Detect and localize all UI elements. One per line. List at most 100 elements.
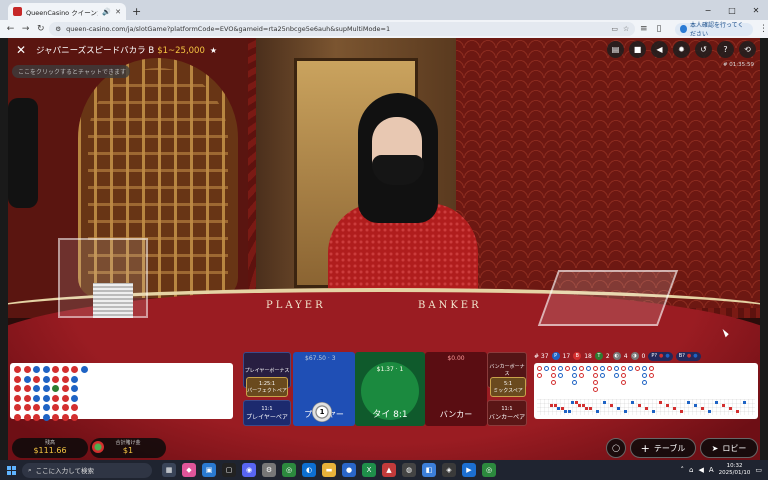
banker-pair-label: バンカーペア bbox=[488, 413, 526, 421]
derived-road-mark bbox=[743, 401, 746, 404]
tray-chevron-icon[interactable]: ˄ bbox=[681, 466, 685, 474]
settings-icon[interactable]: ✹ bbox=[673, 41, 690, 58]
chrome-icon[interactable]: ◎ bbox=[282, 463, 296, 477]
banker-ask-button[interactable]: B? ● ● bbox=[675, 351, 701, 361]
table-button[interactable]: + テーブル bbox=[630, 438, 696, 458]
history-icon[interactable]: ↺ bbox=[695, 41, 712, 58]
big-road-banker bbox=[551, 380, 556, 385]
bead-banker bbox=[71, 404, 78, 411]
big-road-empty bbox=[600, 387, 605, 392]
folder-icon[interactable]: ▬ bbox=[322, 463, 336, 477]
install-icon[interactable]: ▭ bbox=[611, 25, 618, 33]
app-icon-5[interactable]: ◈ bbox=[442, 463, 456, 477]
big-road-banker bbox=[593, 366, 598, 371]
bead-road[interactable] bbox=[10, 363, 233, 421]
bookmark-star-icon[interactable]: ☆ bbox=[623, 25, 629, 33]
copilot-icon[interactable]: ◆ bbox=[182, 463, 196, 477]
derived-road-mark bbox=[571, 401, 574, 404]
audio-icon[interactable]: 🔊 bbox=[102, 8, 111, 16]
card-shoe bbox=[537, 270, 679, 326]
tie-bet[interactable]: $1.37 · 1 タイ 8:1 bbox=[355, 352, 425, 426]
app-icon-4[interactable]: ◧ bbox=[422, 463, 436, 477]
forward-icon[interactable]: → bbox=[19, 21, 32, 37]
app-icon-3[interactable]: ◍ bbox=[402, 463, 416, 477]
chip-rack-button[interactable]: ◯ bbox=[606, 438, 626, 458]
bead-banker bbox=[61, 366, 69, 373]
reload-icon[interactable]: ↻ bbox=[34, 21, 47, 37]
bead-player bbox=[33, 385, 40, 392]
banker-pair-bet[interactable]: 11:1 バンカーペア bbox=[487, 400, 527, 426]
settings-app-icon[interactable]: ⚙ bbox=[262, 463, 276, 477]
back-icon[interactable]: ← bbox=[4, 21, 17, 37]
big-road-empty bbox=[656, 387, 661, 392]
store-icon[interactable]: ▣ bbox=[202, 463, 216, 477]
help-icon[interactable]: ? bbox=[717, 41, 734, 58]
discord-icon[interactable]: ◉ bbox=[242, 463, 256, 477]
sidepanel-icon[interactable]: ▯ bbox=[652, 21, 665, 37]
app-icon-1[interactable]: ● bbox=[342, 463, 356, 477]
tie-bet-label: タイ 8:1 bbox=[372, 410, 408, 420]
excel-icon[interactable]: X bbox=[362, 463, 376, 477]
bet-limits: $1~25,000 bbox=[157, 46, 205, 56]
banker-bet[interactable]: $0.00 バンカー bbox=[425, 352, 487, 426]
bead-banker bbox=[61, 375, 69, 383]
derived-road-mark bbox=[687, 401, 690, 404]
big-road-player bbox=[572, 373, 577, 378]
big-road[interactable] bbox=[534, 363, 758, 419]
player-pair-bet[interactable]: 11:1 プレイヤーペア bbox=[243, 400, 291, 426]
new-tab-button[interactable]: + bbox=[132, 3, 141, 20]
edge-icon[interactable]: ◐ bbox=[302, 463, 316, 477]
task-view-icon[interactable]: ▦ bbox=[162, 463, 176, 477]
game-round-id: # 01:35:59 bbox=[722, 62, 754, 68]
app-icon-2[interactable]: ▲ bbox=[382, 463, 396, 477]
close-tab-icon[interactable]: ✕ bbox=[115, 8, 121, 16]
either-pair-label: ミックスペア bbox=[493, 387, 523, 394]
app-icon-6[interactable]: ▶ bbox=[462, 463, 476, 477]
big-road-banker bbox=[565, 366, 570, 371]
url-field[interactable]: ⚙ queen-casino.com/ja/slotGame?platformC… bbox=[49, 22, 636, 36]
ime-indicator[interactable]: A bbox=[709, 466, 714, 474]
chrome-active-icon[interactable]: ◎ bbox=[482, 463, 496, 477]
browser-menu-icon[interactable]: ⋮ bbox=[759, 24, 768, 34]
big-road-empty bbox=[565, 387, 570, 392]
big-road-empty bbox=[670, 366, 675, 371]
profile-chip[interactable]: 本人確認を行ってください bbox=[675, 22, 753, 38]
player-ask-button[interactable]: P? ● ● bbox=[648, 351, 673, 361]
volume-icon[interactable]: ◀ bbox=[651, 41, 668, 58]
big-road-empty bbox=[656, 366, 661, 371]
media-control-icon[interactable]: ≡ bbox=[637, 21, 650, 37]
favorite-pin-icon[interactable]: ★ bbox=[210, 46, 217, 55]
clock[interactable]: 10:32 2025/01/10 bbox=[719, 463, 751, 477]
bead-player bbox=[33, 366, 40, 373]
either-pair-bet[interactable]: 5:1 ミックスペア bbox=[490, 377, 526, 397]
site-info-icon[interactable]: ⚙ bbox=[55, 25, 61, 33]
chat-input[interactable]: ここをクリックするとチャットできます bbox=[12, 65, 130, 78]
big-road-banker bbox=[621, 380, 626, 385]
big-road-empty bbox=[544, 387, 549, 392]
minimize-button[interactable]: − bbox=[696, 0, 720, 20]
chat-icon[interactable]: ▤ bbox=[607, 41, 624, 58]
start-button[interactable] bbox=[0, 460, 22, 480]
bead-banker bbox=[33, 375, 40, 383]
maximize-button[interactable]: □ bbox=[720, 0, 744, 20]
placed-chip[interactable]: 1 bbox=[312, 402, 332, 422]
perfect-pair-bet[interactable]: 1:25:1 パーフェクトペア bbox=[246, 377, 288, 397]
close-game-icon[interactable]: ✕ bbox=[12, 41, 30, 59]
terminal-icon[interactable]: ▢ bbox=[222, 463, 236, 477]
video-icon[interactable]: ■ bbox=[629, 41, 646, 58]
close-window-button[interactable]: ✕ bbox=[744, 0, 768, 20]
bead-banker bbox=[14, 366, 21, 373]
derived-road-mark bbox=[722, 404, 725, 407]
lobby-button[interactable]: ➤ ロビー bbox=[700, 438, 758, 458]
big-road-banker bbox=[635, 366, 640, 371]
speaker-icon[interactable]: ◀ bbox=[698, 466, 703, 474]
taskbar-search[interactable]: ⌕ ここに入力して検索 bbox=[22, 462, 152, 478]
big-road-empty bbox=[544, 373, 549, 378]
big-road-banker bbox=[537, 373, 542, 378]
bead-player bbox=[42, 366, 50, 373]
fullscreen-icon[interactable]: ⟲ bbox=[739, 41, 756, 58]
network-icon[interactable]: ⌂ bbox=[689, 466, 693, 474]
browser-tab[interactable]: QueenCasino クイーンカジノ 🔊 ✕ bbox=[8, 3, 126, 20]
bead-banker bbox=[23, 413, 31, 421]
notification-icon[interactable]: ▭ bbox=[755, 466, 762, 474]
